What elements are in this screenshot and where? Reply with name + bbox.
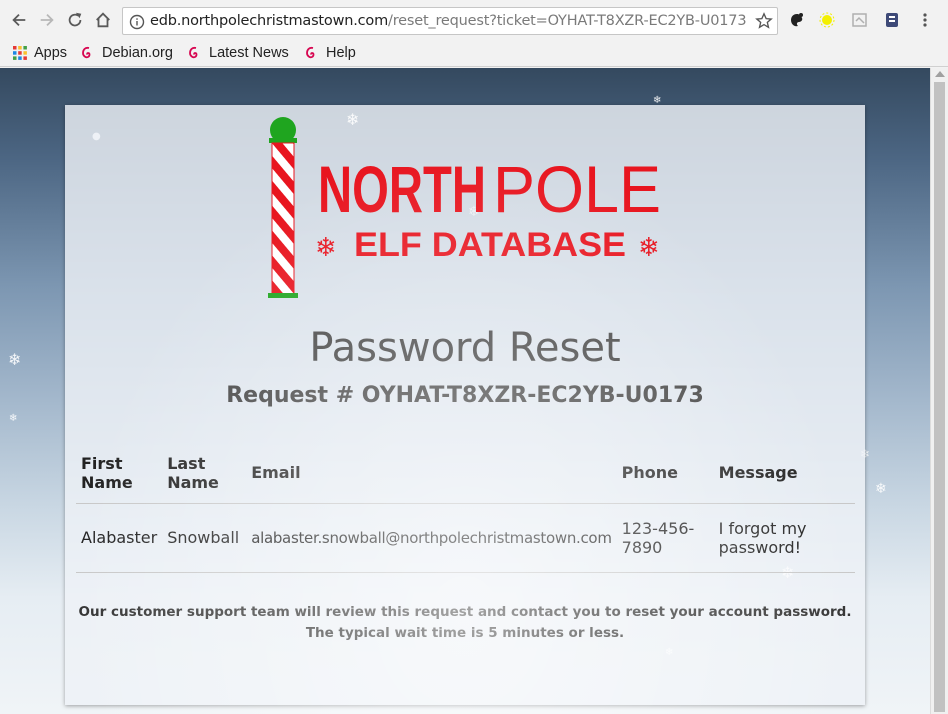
- cell-phone: 123-456-7890: [616, 503, 714, 573]
- bookmarks-bar: Apps Debian.org Latest News Help: [0, 40, 948, 67]
- bookmark-star-icon[interactable]: [755, 12, 773, 30]
- arrow-left-icon: [12, 13, 26, 27]
- apps-grid-icon: [13, 46, 27, 60]
- request-table: First Name Last Name Email Phone Message…: [76, 443, 855, 573]
- cell-message: I forgot my password!: [713, 503, 855, 573]
- back-button[interactable]: [8, 9, 30, 31]
- reload-icon: [68, 12, 82, 27]
- logo-pole-text: POLE: [493, 152, 661, 226]
- debian-swirl-icon: [306, 46, 315, 59]
- request-number: Request # OYHAT-T8XZR-EC2YB-U0173: [226, 383, 704, 408]
- table-header-row: First Name Last Name Email Phone Message: [76, 443, 855, 504]
- debian-swirl-icon: [189, 46, 198, 59]
- home-icon: [96, 12, 110, 28]
- url-path: /reset_request?ticket=OYHAT-T8XZR-EC2YB-…: [388, 13, 747, 29]
- arrow-right-icon: [40, 13, 54, 27]
- bookmark-label: Apps: [34, 45, 68, 61]
- address-bar[interactable]: edb.northpolechristmastown.com/reset_req…: [122, 7, 778, 35]
- scrollbar-thumb[interactable]: [934, 82, 945, 712]
- page-title: Password Reset: [309, 325, 621, 371]
- browser-toolbar: edb.northpolechristmastown.com/reset_req…: [0, 0, 948, 40]
- header-phone: Phone: [616, 443, 714, 504]
- bookmark-debian-org[interactable]: Debian.org: [80, 42, 173, 64]
- snowflake-icon: ❄: [8, 350, 22, 369]
- url-text[interactable]: edb.northpolechristmastown.com/reset_req…: [150, 13, 747, 29]
- scroll-up-arrow-icon[interactable]: [935, 71, 945, 77]
- bookmark-label: Debian.org: [102, 45, 173, 61]
- header-email: Email: [246, 443, 617, 504]
- table-row: Alabaster Snowball alabaster.snowball@no…: [76, 503, 855, 573]
- cell-last-name: Snowball: [162, 503, 247, 573]
- forward-button[interactable]: [36, 9, 58, 31]
- puzzle-extension-icon[interactable]: [851, 11, 869, 29]
- logo-north-text: NORTH: [318, 152, 486, 226]
- header-last-name: Last Name: [162, 443, 247, 504]
- support-note-line2: The typical wait time is 5 minutes or le…: [305, 625, 625, 641]
- home-button[interactable]: [92, 9, 114, 31]
- cell-email: alabaster.snowball@northpolechristmastow…: [246, 503, 617, 573]
- snowflake-icon: ❄: [9, 413, 18, 424]
- north-pole-logo: NORTH POLE ELF DATABASE ❄ ❄: [268, 117, 661, 298]
- menu-kebab-icon[interactable]: [916, 11, 934, 29]
- gnome-extension-icon[interactable]: [788, 11, 806, 29]
- support-note: Our customer support team will review th…: [65, 602, 865, 644]
- database-extension-icon[interactable]: [883, 11, 901, 29]
- bookmark-label: Latest News: [209, 45, 289, 61]
- reset-card: ❄ ❄ ❄ ❄ NORTH POLE ELF DATABASE ❄ ❄ Pass…: [65, 105, 865, 705]
- reload-button[interactable]: [64, 9, 86, 31]
- sun-extension-icon[interactable]: [818, 11, 836, 29]
- header-message: Message: [713, 443, 855, 504]
- header-first-name: First Name: [76, 443, 163, 504]
- bookmark-help[interactable]: Help: [304, 42, 356, 64]
- snowflake-icon: ❄: [665, 647, 674, 658]
- bookmark-latest-news[interactable]: Latest News: [187, 42, 289, 64]
- bookmark-apps[interactable]: Apps: [12, 42, 67, 64]
- snowflake-icon: ❄: [638, 233, 660, 263]
- debian-swirl-icon: [82, 46, 91, 59]
- cell-first-name: Alabaster: [76, 503, 163, 573]
- snowflake-icon: ❄: [875, 481, 887, 497]
- info-icon[interactable]: [129, 14, 145, 30]
- page-scrollbar[interactable]: [930, 68, 948, 714]
- snowflake-icon: ❄: [315, 233, 337, 263]
- page-viewport: ❄ ❄ ● ❄ ❄ ❄ ❄ ❄ ❄ ❄ NORTH POLE ELF DATAB…: [0, 68, 930, 714]
- logo-elf-database-text: ELF DATABASE: [354, 226, 626, 264]
- candy-cane-pole-icon: [271, 142, 295, 296]
- bookmark-label: Help: [326, 45, 356, 61]
- support-note-line1: Our customer support team will review th…: [78, 604, 852, 620]
- url-host: edb.northpolechristmastown.com: [150, 13, 389, 29]
